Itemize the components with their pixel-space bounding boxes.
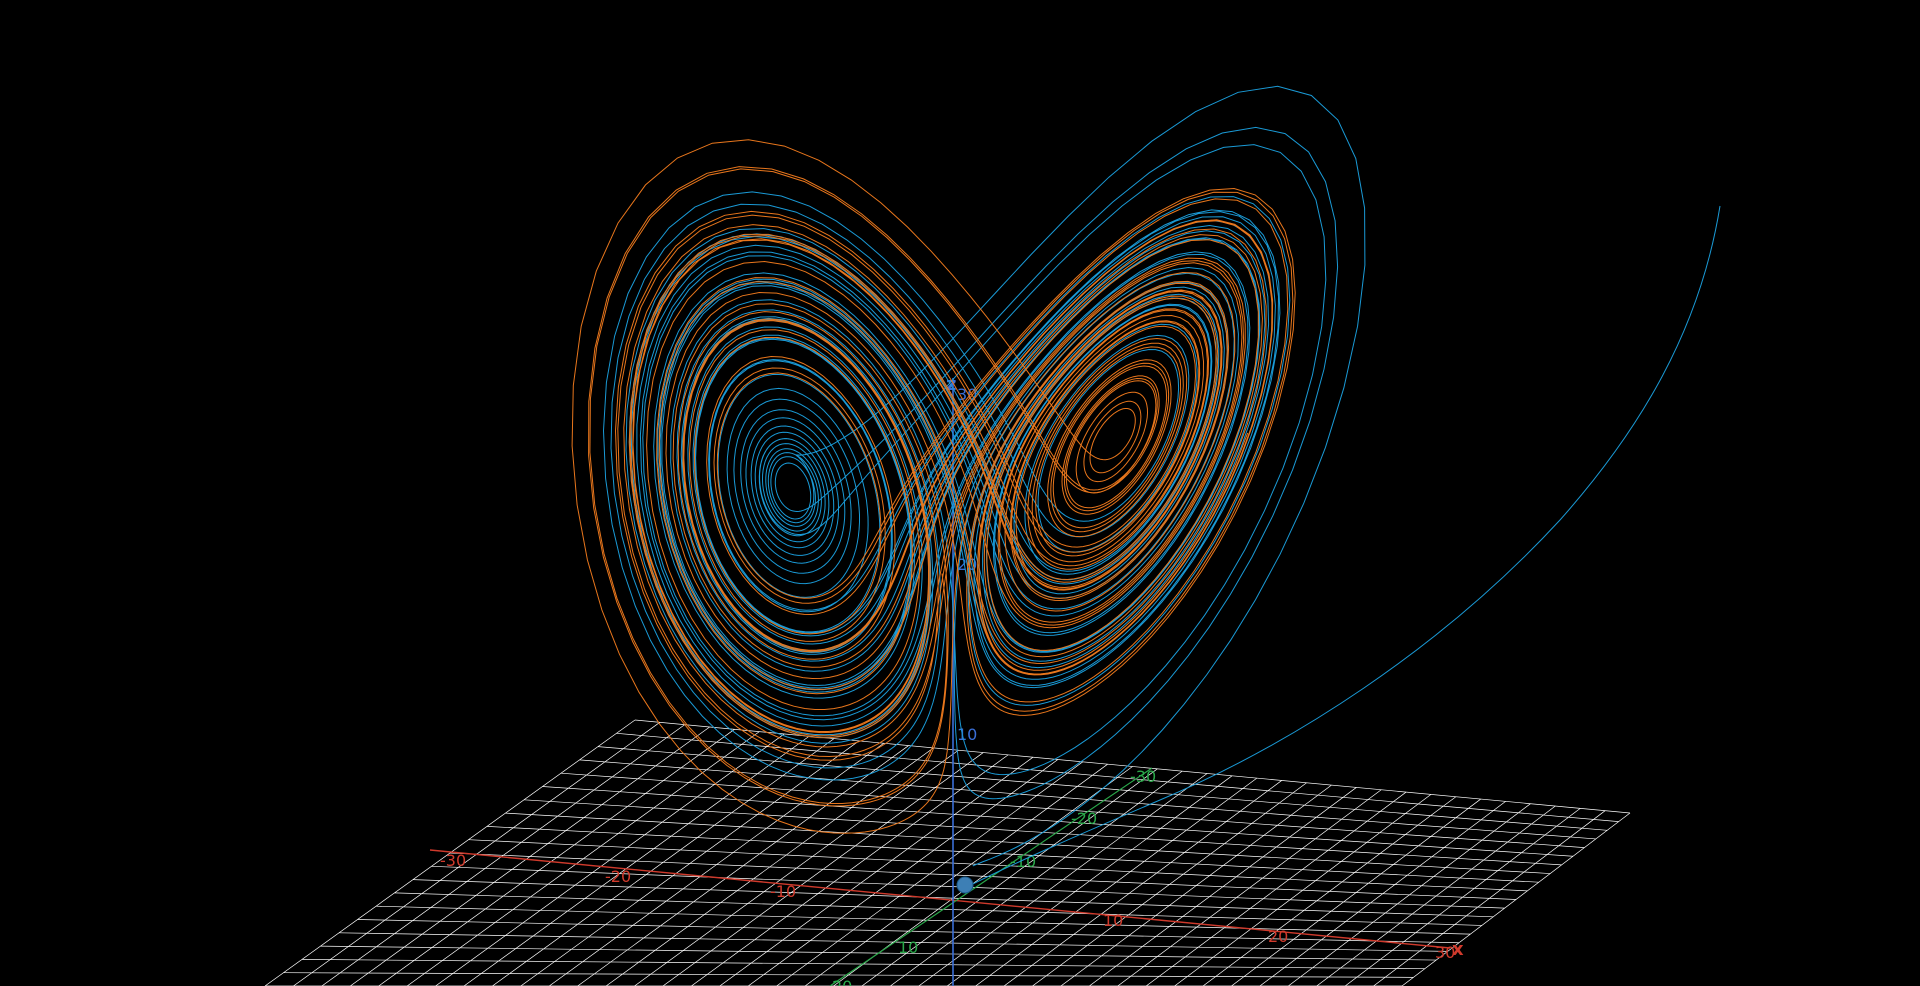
y-tick-label: 10 — [898, 938, 918, 957]
y-tick-label: -10 — [1010, 852, 1036, 871]
3d-graph-canvas[interactable]: x z -30 -20 -10 10 20 30 -30 -20 -10 10 … — [0, 0, 1920, 986]
origin-marker[interactable] — [956, 876, 974, 894]
trajectory-orange — [571, 139, 1296, 834]
x-tick-label: -30 — [440, 851, 466, 870]
x-axis: x — [429, 849, 1464, 960]
trajectory-blue — [602, 85, 1721, 889]
x-tick-label: 20 — [1268, 927, 1288, 946]
y-tick-label: -20 — [1071, 809, 1097, 828]
y-tick-label: -30 — [1130, 767, 1156, 786]
x-tick-label: -20 — [605, 867, 631, 886]
z-tick-label: 10 — [957, 725, 977, 744]
x-tick-label: 30 — [1435, 943, 1455, 962]
grid-line — [616, 732, 1619, 822]
y-tick-label: 20 — [832, 977, 852, 986]
x-tick-label: 10 — [1103, 911, 1123, 930]
x-tick-label: -10 — [770, 882, 796, 901]
